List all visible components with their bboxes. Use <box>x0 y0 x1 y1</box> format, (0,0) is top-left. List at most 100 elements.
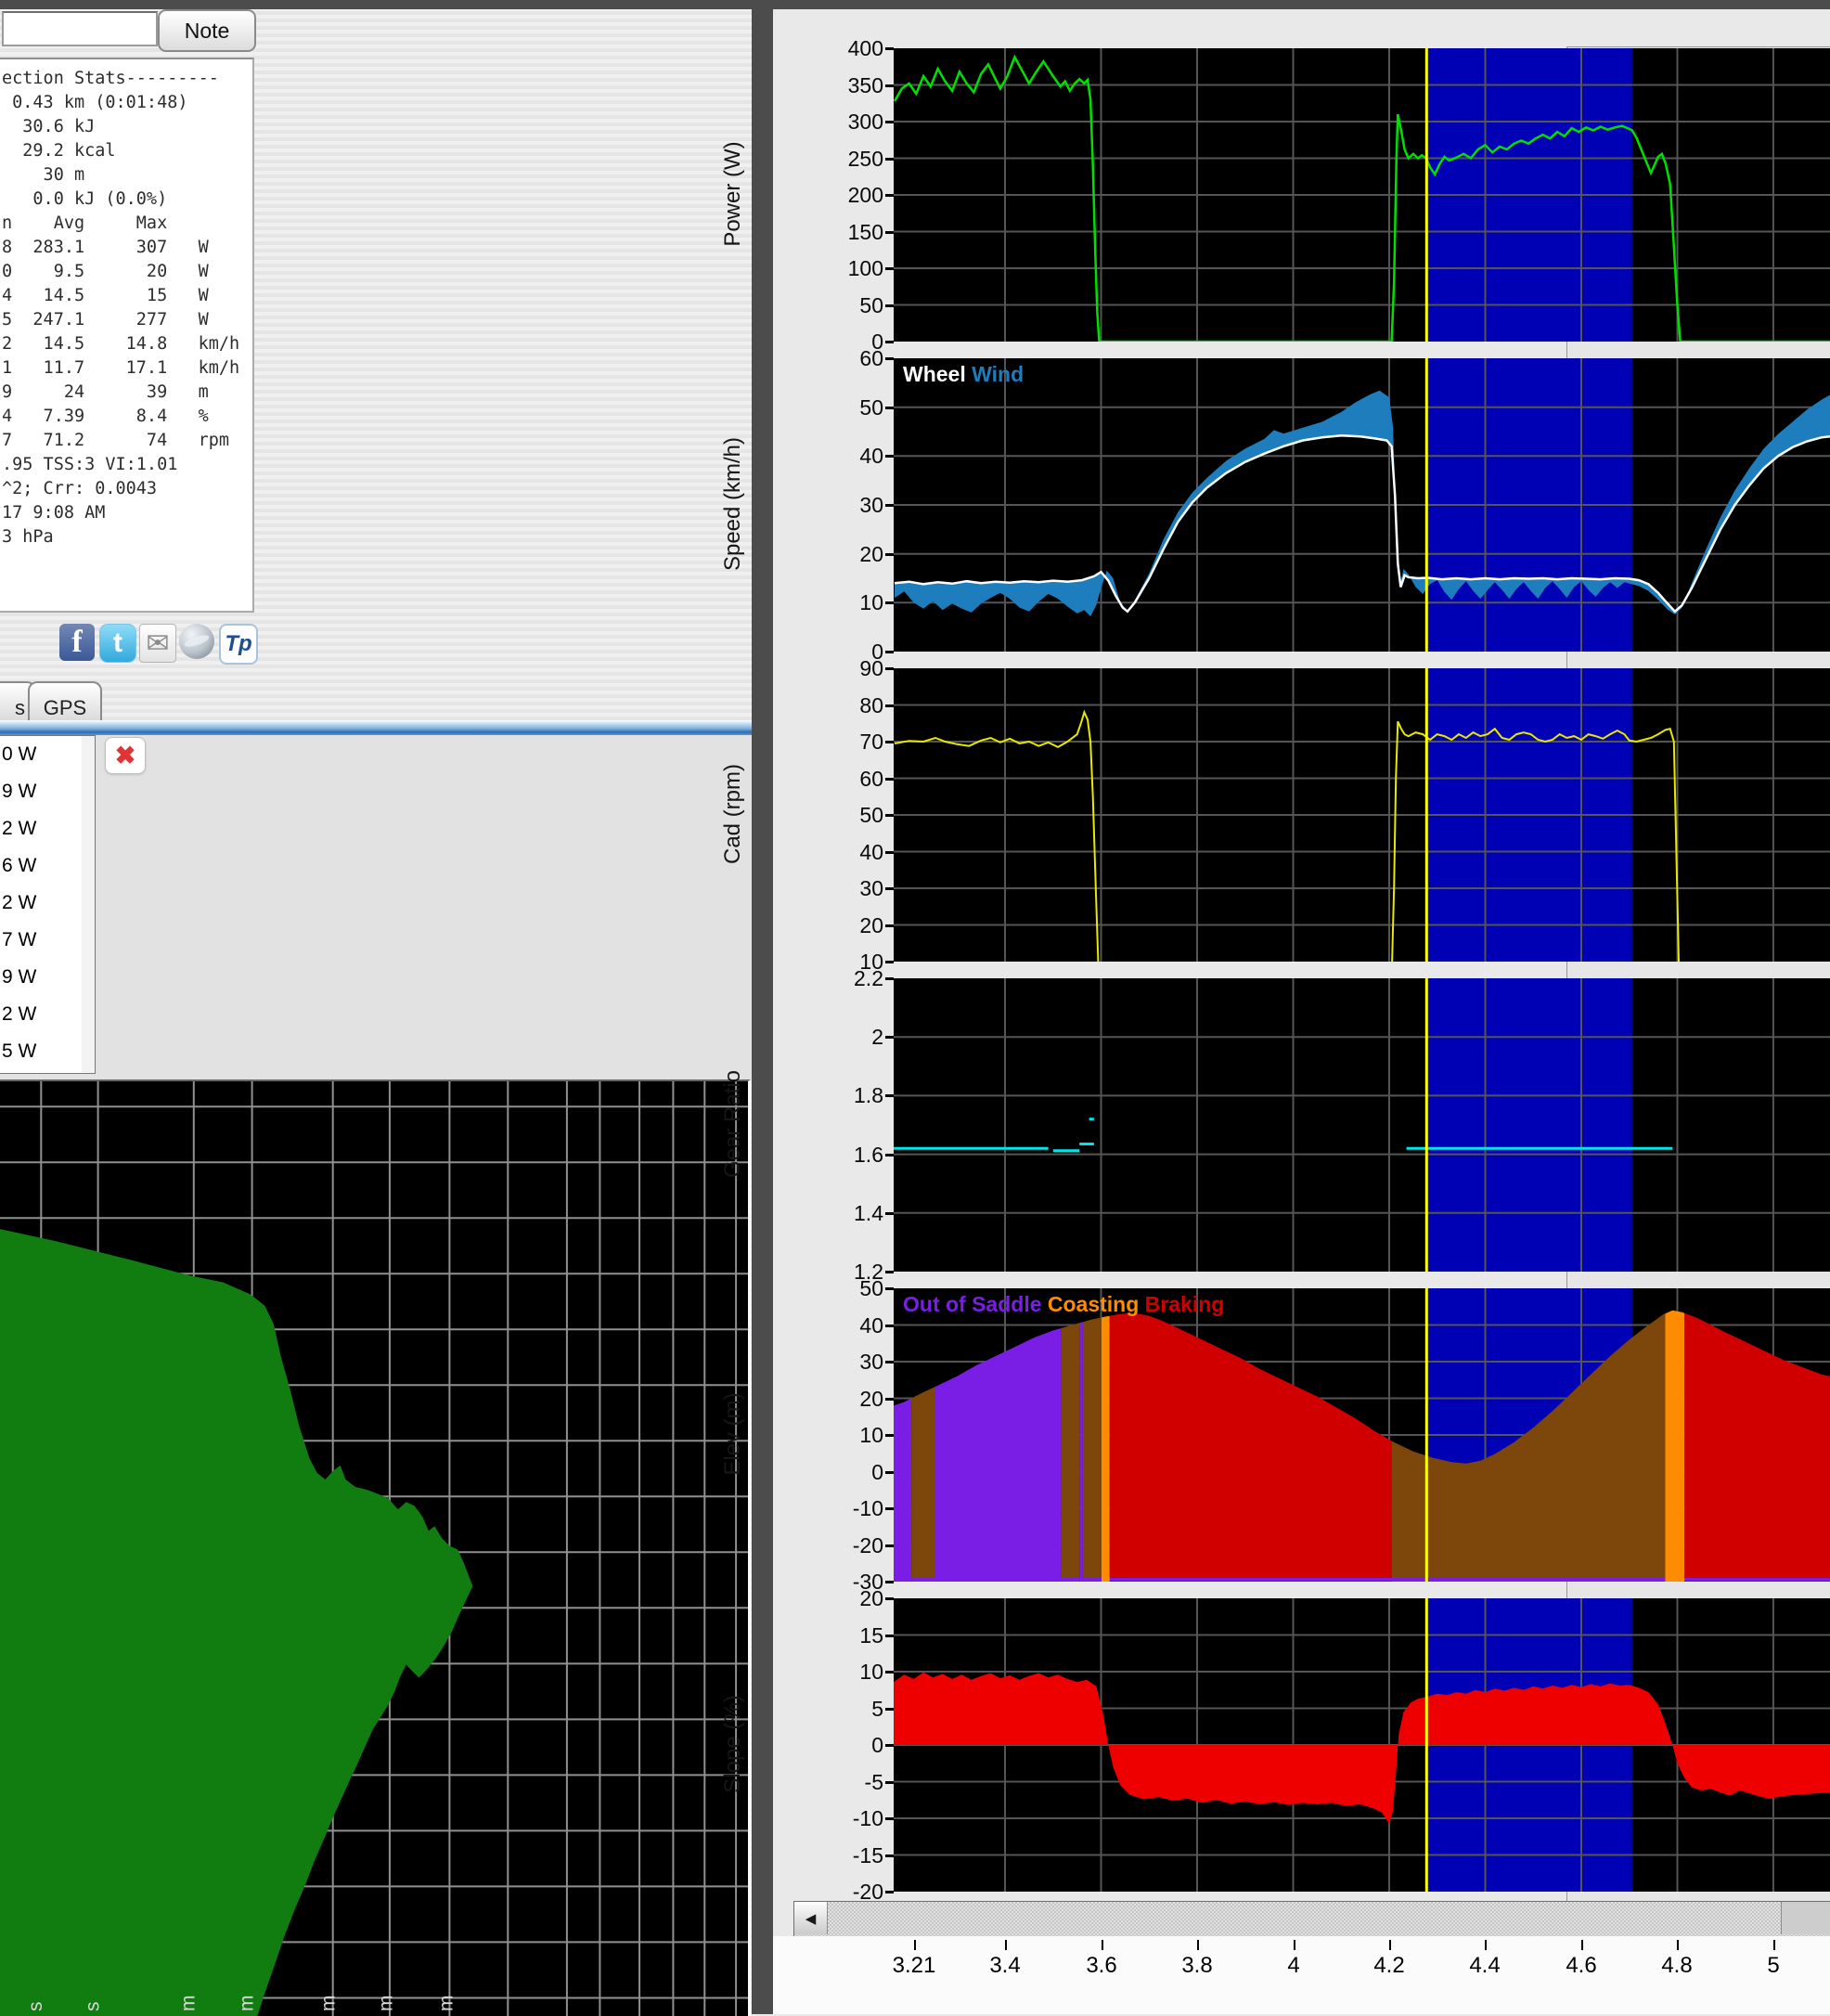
power-ytick-label: 150 <box>781 220 883 245</box>
x-tick-label: 4 <box>1257 1953 1331 1979</box>
scrollbar-left-arrow-icon[interactable]: ◀ <box>794 1902 828 1934</box>
twitter-share-icon[interactable]: t <box>99 624 136 663</box>
selection-edge-line <box>1425 1598 1428 1892</box>
y-tick-mark <box>885 1891 894 1893</box>
list-item[interactable]: 6 W <box>0 847 95 885</box>
x-tick-mark <box>1389 1940 1391 1950</box>
gear-ytick-label: 2.2 <box>781 966 883 991</box>
y-tick-mark <box>885 1854 894 1857</box>
speed-plot[interactable] <box>894 358 1830 652</box>
x-tick-label: 5 <box>1736 1953 1811 1979</box>
x-tick-label: 4.8 <box>1640 1953 1714 1979</box>
duration-tick-label: m <box>436 1996 458 2012</box>
list-item[interactable]: 9 W <box>0 959 95 996</box>
list-item[interactable]: 2 W <box>0 996 95 1033</box>
slope-ytick-label: 0 <box>781 1733 883 1758</box>
elev-ytick-label: 30 <box>781 1350 883 1375</box>
facebook-share-icon[interactable]: f <box>59 624 95 661</box>
y-tick-mark <box>885 601 894 604</box>
note-button[interactable]: Note <box>158 9 256 52</box>
legend-entry: Out of Saddle <box>903 1292 1042 1316</box>
google-earth-icon[interactable] <box>179 624 214 659</box>
speed-ytick-label: 30 <box>781 493 883 518</box>
y-tick-mark <box>885 851 894 854</box>
list-item[interactable]: 0 W <box>0 736 95 773</box>
speed-ytick-label: 40 <box>781 444 883 469</box>
y-tick-mark <box>885 194 894 197</box>
interval-list[interactable]: 0 W9 W2 W6 W2 W7 W9 W2 W5 W <box>0 735 96 1074</box>
scrollbar-thumb[interactable] <box>1781 1902 1830 1934</box>
y-tick-mark <box>885 1581 894 1583</box>
x-tick-mark <box>1773 1940 1775 1950</box>
cad-ytick-label: 20 <box>781 913 883 938</box>
duration-tick-label: m <box>317 1996 339 2012</box>
y-tick-mark <box>885 1287 894 1290</box>
y-tick-mark <box>885 1597 894 1600</box>
gear-ytick-label: 1.8 <box>781 1083 883 1108</box>
gear-ytick-label: 1.6 <box>781 1143 883 1168</box>
duration-tick-label: m <box>178 1996 200 2012</box>
window-divider[interactable] <box>752 0 773 2014</box>
y-tick-mark <box>885 553 894 556</box>
power-ytick-label: 50 <box>781 293 883 318</box>
y-tick-mark <box>885 1544 894 1547</box>
y-tick-mark <box>885 1036 894 1039</box>
speed-ytick-label: 20 <box>781 542 883 567</box>
y-tick-mark <box>885 47 894 50</box>
x-tick-label: 4.4 <box>1448 1953 1522 1979</box>
x-tick-label: 3.6 <box>1064 1953 1139 1979</box>
selection-band <box>1426 978 1632 1272</box>
y-tick-mark <box>885 1781 894 1784</box>
list-item[interactable]: 7 W <box>0 922 95 959</box>
gear-axis-title: Gear Ratio <box>720 1031 746 1217</box>
y-tick-mark <box>885 977 894 980</box>
cad-ytick-label: 70 <box>781 730 883 755</box>
cad-ytick-label: 40 <box>781 840 883 865</box>
list-item[interactable]: 2 W <box>0 810 95 847</box>
note-input[interactable] <box>2 11 158 46</box>
list-item[interactable]: 2 W <box>0 885 95 922</box>
slope-ytick-label: 5 <box>781 1697 883 1722</box>
list-item[interactable]: 9 W <box>0 773 95 810</box>
email-share-icon[interactable]: ✉ <box>139 624 176 663</box>
elev-ytick-label: 0 <box>781 1460 883 1485</box>
gear-ytick-label: 1.4 <box>781 1201 883 1226</box>
y-tick-mark <box>885 455 894 458</box>
speed-ytick-label: 10 <box>781 590 883 615</box>
app-screenshot: { "left_panel": { "note_input_value": ""… <box>0 0 1830 2014</box>
y-tick-mark <box>885 667 894 670</box>
x-tick-label: 3.4 <box>968 1953 1042 1979</box>
delete-interval-button[interactable]: ✖ <box>105 737 146 774</box>
cad-ytick-label: 30 <box>781 876 883 901</box>
list-item[interactable]: 5 W <box>0 1033 95 1070</box>
slope-plot[interactable] <box>894 1598 1830 1892</box>
cad-ytick-label: 90 <box>781 656 883 681</box>
y-tick-mark <box>885 1671 894 1674</box>
mean-max-area <box>0 1229 472 2016</box>
power-plot[interactable] <box>894 48 1830 342</box>
y-tick-mark <box>885 1361 894 1363</box>
y-tick-mark <box>885 304 894 307</box>
x-tick-mark <box>914 1940 916 1950</box>
tab-gps[interactable]: GPS <box>28 681 102 726</box>
elev-plot[interactable] <box>894 1288 1830 1582</box>
x-tick-label: 3.21 <box>877 1953 951 1979</box>
elev-ytick-label: 10 <box>781 1423 883 1448</box>
x-tick-mark <box>1581 1940 1583 1950</box>
x-tick-label: 3.8 <box>1160 1953 1234 1979</box>
y-tick-mark <box>885 1325 894 1327</box>
slope-ytick-label: 20 <box>781 1586 883 1611</box>
slope-ytick-label: -15 <box>781 1843 883 1868</box>
x-tick-mark <box>1485 1940 1487 1950</box>
y-tick-mark <box>885 407 894 409</box>
horizontal-scrollbar[interactable]: ◀ <box>793 1901 1830 1937</box>
y-tick-mark <box>885 1398 894 1401</box>
legend-entry: Coasting <box>1042 1292 1140 1316</box>
gear-plot[interactable] <box>894 978 1830 1272</box>
cad-ytick-label: 60 <box>781 767 883 792</box>
selection-edge-line <box>1425 978 1428 1272</box>
trainingpeaks-icon[interactable]: Tp <box>219 624 258 665</box>
elev-ytick-label: 50 <box>781 1276 883 1301</box>
x-tick-mark <box>1005 1940 1007 1950</box>
cad-plot[interactable] <box>894 668 1830 962</box>
